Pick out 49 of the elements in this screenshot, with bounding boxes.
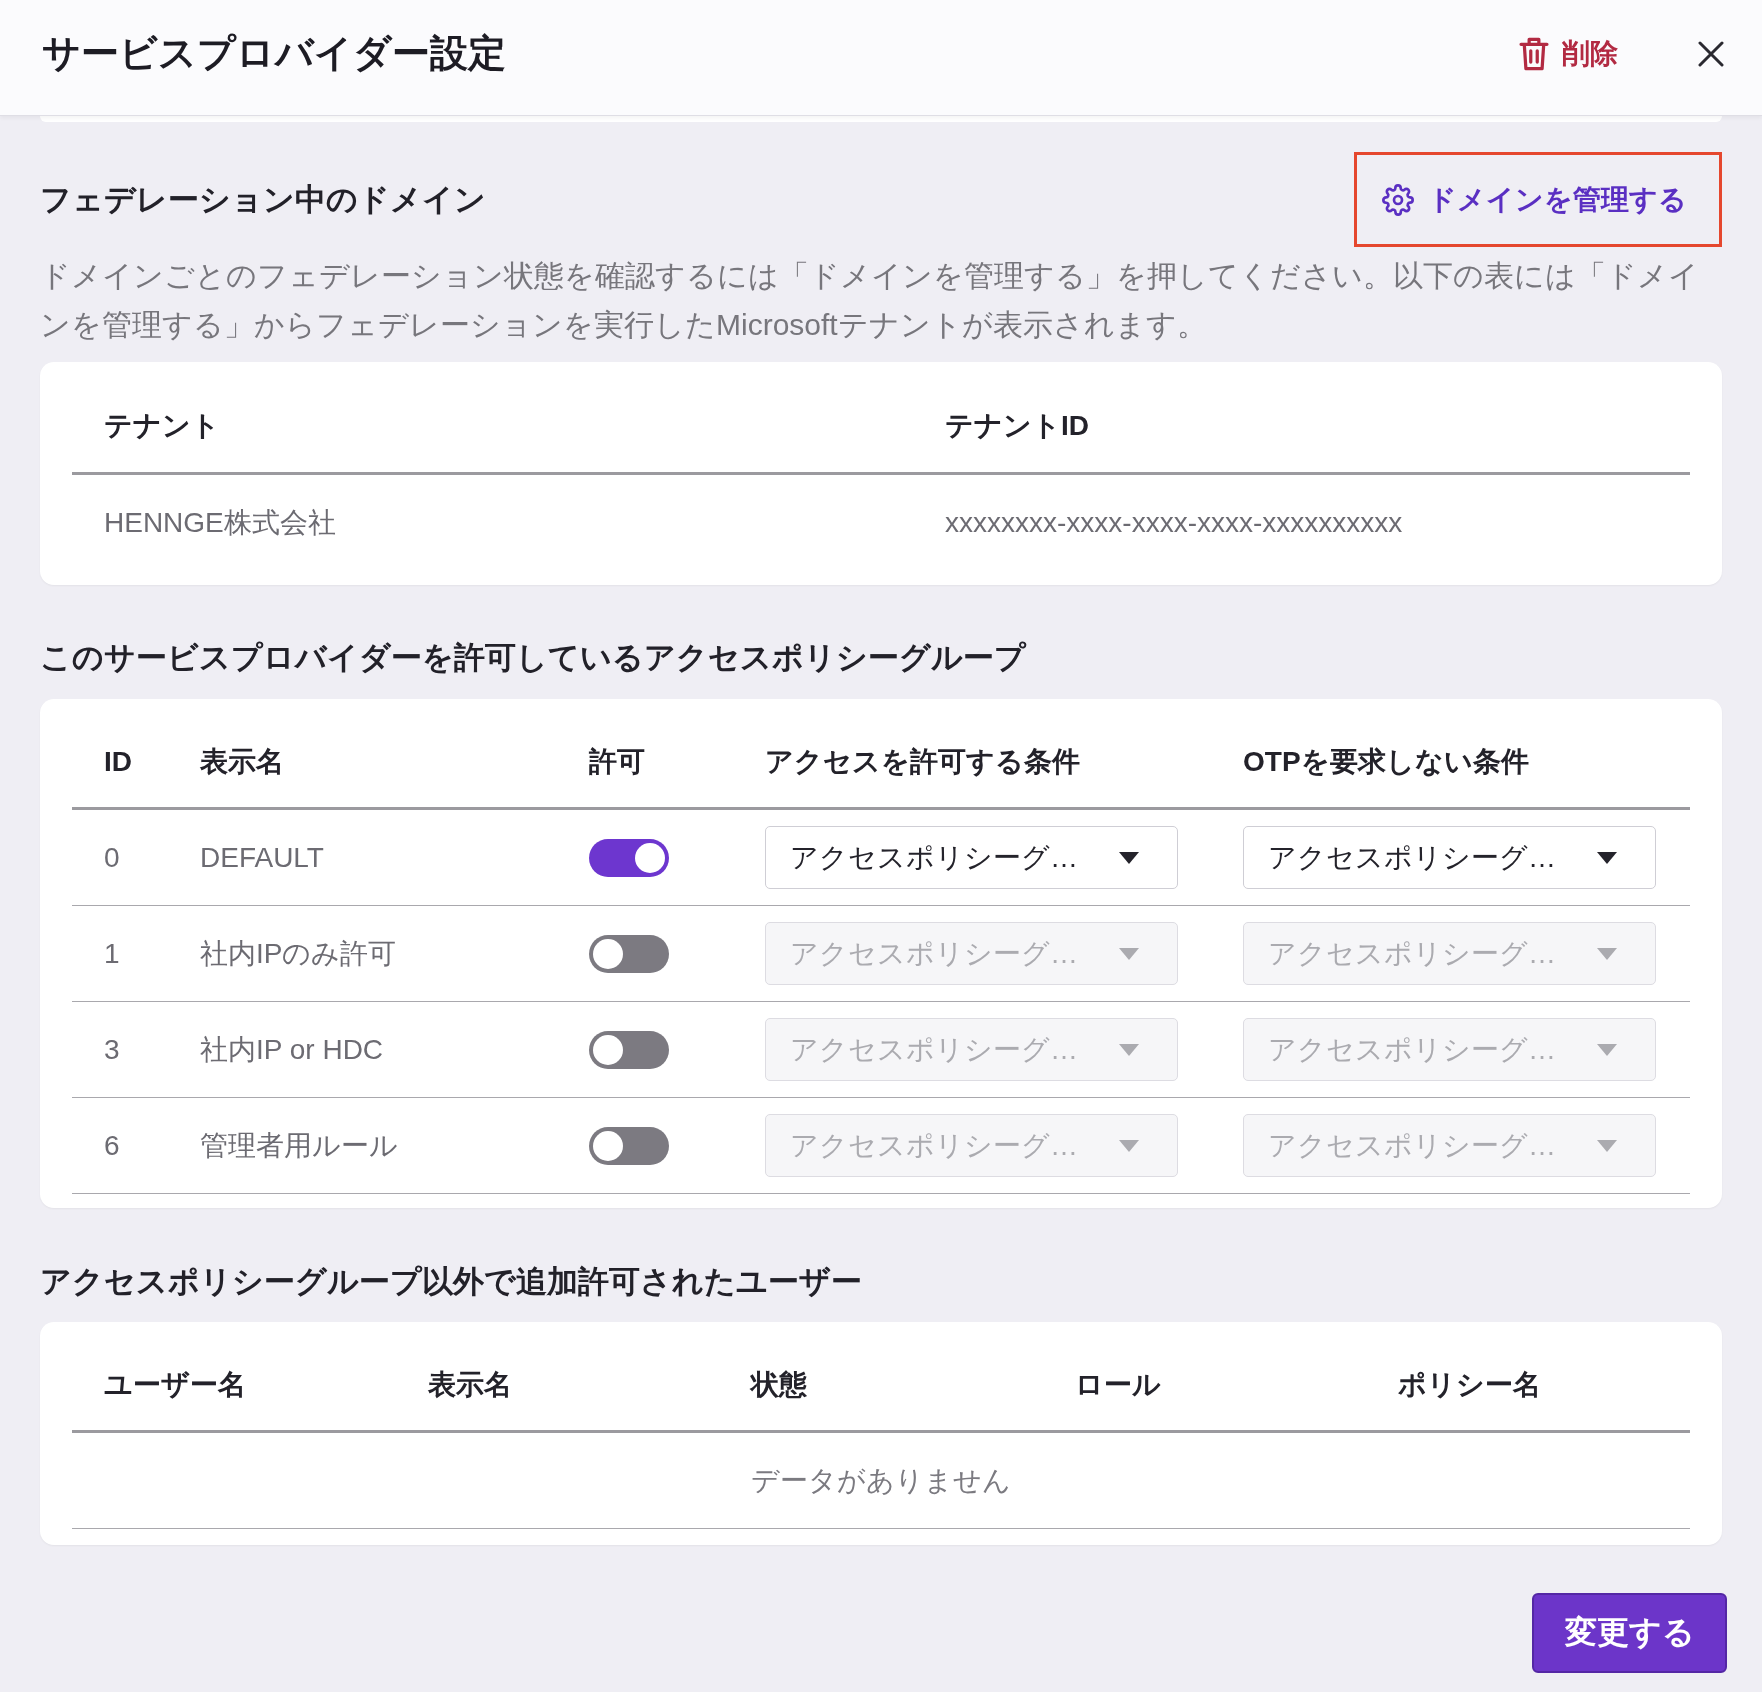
column-header: 表示名	[426, 1368, 513, 1402]
column-header: テナント	[103, 409, 221, 443]
table-cell-text: 6	[103, 1129, 121, 1162]
column-header: 許可	[588, 745, 646, 779]
delete-button[interactable]: 削除	[1518, 34, 1618, 73]
manage-domains-button[interactable]: ドメインを管理する	[1357, 155, 1719, 244]
section-heading: このサービスプロバイダーを許可しているアクセスポリシーグループ	[40, 639, 1028, 677]
table-cell-text: 社内IPのみ許可	[199, 936, 398, 971]
table-cell-text: 3	[103, 1033, 121, 1066]
table-cell-text: 管理者用ルール	[199, 1128, 399, 1163]
caret-icon	[1119, 1043, 1139, 1056]
caret-icon	[1597, 851, 1617, 864]
column-header: テナントID	[944, 409, 1090, 443]
toggle-switch[interactable]	[589, 838, 669, 877]
column-header: ポリシー名	[1397, 1368, 1543, 1402]
column-header: ロール	[1073, 1368, 1162, 1402]
trash-icon	[1518, 36, 1550, 71]
description-text: ドメインごとのフェデレーション状態を確認するには「ドメインを管理する」を押してください。以下の表には「ドメインを管理する」からフェデレーションを実行したMicrosoftテナントが表示されます。	[40, 258, 1700, 343]
column-header: 状態	[749, 1368, 809, 1402]
column-header: ユーザー名	[103, 1368, 247, 1402]
caret-icon	[1597, 1043, 1617, 1056]
caret-icon	[1597, 1139, 1617, 1152]
section-heading: フェデレーション中のドメイン	[40, 180, 486, 219]
table-cell-text: 1	[103, 937, 121, 970]
table-cell-text: xxxxxxxx-xxxx-xxxx-xxxx-xxxxxxxxxx	[944, 507, 1404, 539]
caret-icon	[1119, 851, 1139, 864]
caret-icon	[1119, 1139, 1139, 1152]
close-button[interactable]	[1698, 40, 1724, 67]
gear-icon	[1382, 183, 1414, 216]
column-header: OTPを要求しない条件	[1242, 745, 1530, 779]
dropdown-select[interactable]: アクセスポリシーグ…	[1243, 826, 1656, 889]
toggle-switch[interactable]	[589, 1030, 669, 1069]
section-heading: アクセスポリシーグループ以外で追加許可されたユーザー	[40, 1263, 863, 1301]
table-cell-text: DEFAULT	[199, 841, 325, 874]
table-cell-text: HENNGE株式会社	[103, 506, 337, 540]
dropdown-select[interactable]: アクセスポリシーグ…	[765, 826, 1178, 889]
dialog-title: サービスプロバイダー設定	[42, 31, 507, 76]
table-cell-text: 社内IP or HDC	[199, 1032, 385, 1067]
submit-button[interactable]: 変更する	[1532, 1593, 1727, 1673]
caret-icon	[1119, 947, 1139, 960]
column-header: ID	[103, 745, 133, 779]
caret-icon	[1597, 947, 1617, 960]
toggle-switch[interactable]	[589, 1126, 669, 1165]
column-header: アクセスを許可する条件	[764, 745, 1081, 779]
column-header: 表示名	[199, 745, 285, 779]
table-cell-text: 0	[103, 841, 121, 874]
close-icon	[1698, 40, 1724, 67]
toggle-switch[interactable]	[589, 934, 669, 973]
empty-message: データがありません	[750, 1463, 1012, 1498]
